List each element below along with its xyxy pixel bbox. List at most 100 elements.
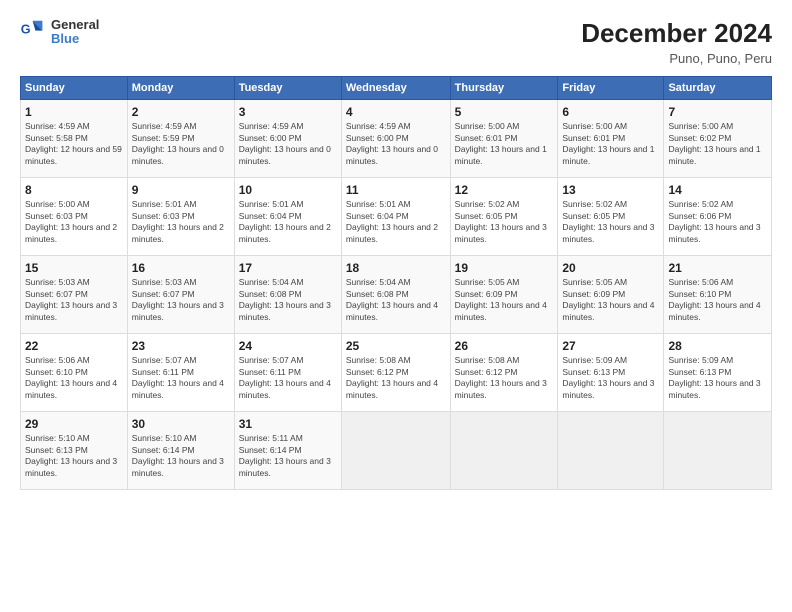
weekday-saturday: Saturday bbox=[664, 77, 772, 100]
day-info: Sunrise: 5:08 AM Sunset: 6:12 PM Dayligh… bbox=[346, 355, 441, 399]
day-info: Sunrise: 5:10 AM Sunset: 6:14 PM Dayligh… bbox=[132, 433, 227, 477]
day-number: 6 bbox=[562, 104, 659, 120]
calendar-cell: 16Sunrise: 5:03 AM Sunset: 6:07 PM Dayli… bbox=[127, 256, 234, 334]
day-number: 8 bbox=[25, 182, 123, 198]
week-row-5: 29Sunrise: 5:10 AM Sunset: 6:13 PM Dayli… bbox=[21, 412, 772, 490]
day-info: Sunrise: 5:00 AM Sunset: 6:02 PM Dayligh… bbox=[668, 121, 763, 165]
day-info: Sunrise: 5:06 AM Sunset: 6:10 PM Dayligh… bbox=[25, 355, 120, 399]
day-info: Sunrise: 5:00 AM Sunset: 6:01 PM Dayligh… bbox=[562, 121, 657, 165]
weekday-thursday: Thursday bbox=[450, 77, 558, 100]
calendar-cell: 1Sunrise: 4:59 AM Sunset: 5:58 PM Daylig… bbox=[21, 100, 128, 178]
calendar-cell: 30Sunrise: 5:10 AM Sunset: 6:14 PM Dayli… bbox=[127, 412, 234, 490]
calendar-cell: 22Sunrise: 5:06 AM Sunset: 6:10 PM Dayli… bbox=[21, 334, 128, 412]
calendar-cell: 27Sunrise: 5:09 AM Sunset: 6:13 PM Dayli… bbox=[558, 334, 664, 412]
calendar-cell: 23Sunrise: 5:07 AM Sunset: 6:11 PM Dayli… bbox=[127, 334, 234, 412]
day-info: Sunrise: 5:01 AM Sunset: 6:04 PM Dayligh… bbox=[346, 199, 441, 243]
calendar-cell: 19Sunrise: 5:05 AM Sunset: 6:09 PM Dayli… bbox=[450, 256, 558, 334]
week-row-2: 8Sunrise: 5:00 AM Sunset: 6:03 PM Daylig… bbox=[21, 178, 772, 256]
weekday-header: SundayMondayTuesdayWednesdayThursdayFrid… bbox=[21, 77, 772, 100]
calendar-cell: 25Sunrise: 5:08 AM Sunset: 6:12 PM Dayli… bbox=[341, 334, 450, 412]
main-title: December 2024 bbox=[581, 18, 772, 49]
day-number: 9 bbox=[132, 182, 230, 198]
calendar-cell: 10Sunrise: 5:01 AM Sunset: 6:04 PM Dayli… bbox=[234, 178, 341, 256]
page: G General Blue December 2024 Puno, Puno,… bbox=[0, 0, 792, 612]
day-number: 16 bbox=[132, 260, 230, 276]
day-number: 2 bbox=[132, 104, 230, 120]
day-info: Sunrise: 5:00 AM Sunset: 6:03 PM Dayligh… bbox=[25, 199, 120, 243]
day-info: Sunrise: 5:07 AM Sunset: 6:11 PM Dayligh… bbox=[132, 355, 227, 399]
day-info: Sunrise: 5:05 AM Sunset: 6:09 PM Dayligh… bbox=[455, 277, 550, 321]
day-number: 27 bbox=[562, 338, 659, 354]
calendar-cell: 2Sunrise: 4:59 AM Sunset: 5:59 PM Daylig… bbox=[127, 100, 234, 178]
calendar-cell: 12Sunrise: 5:02 AM Sunset: 6:05 PM Dayli… bbox=[450, 178, 558, 256]
calendar-cell: 8Sunrise: 5:00 AM Sunset: 6:03 PM Daylig… bbox=[21, 178, 128, 256]
day-number: 28 bbox=[668, 338, 767, 354]
day-info: Sunrise: 5:10 AM Sunset: 6:13 PM Dayligh… bbox=[25, 433, 120, 477]
calendar-cell: 26Sunrise: 5:08 AM Sunset: 6:12 PM Dayli… bbox=[450, 334, 558, 412]
day-info: Sunrise: 5:05 AM Sunset: 6:09 PM Dayligh… bbox=[562, 277, 657, 321]
calendar-cell bbox=[450, 412, 558, 490]
day-number: 26 bbox=[455, 338, 554, 354]
day-number: 15 bbox=[25, 260, 123, 276]
day-info: Sunrise: 5:02 AM Sunset: 6:06 PM Dayligh… bbox=[668, 199, 763, 243]
calendar-cell: 29Sunrise: 5:10 AM Sunset: 6:13 PM Dayli… bbox=[21, 412, 128, 490]
day-number: 10 bbox=[239, 182, 337, 198]
calendar-cell: 4Sunrise: 4:59 AM Sunset: 6:00 PM Daylig… bbox=[341, 100, 450, 178]
day-number: 19 bbox=[455, 260, 554, 276]
day-info: Sunrise: 5:09 AM Sunset: 6:13 PM Dayligh… bbox=[562, 355, 657, 399]
day-info: Sunrise: 4:59 AM Sunset: 6:00 PM Dayligh… bbox=[239, 121, 334, 165]
week-row-1: 1Sunrise: 4:59 AM Sunset: 5:58 PM Daylig… bbox=[21, 100, 772, 178]
calendar-cell bbox=[664, 412, 772, 490]
calendar-cell: 18Sunrise: 5:04 AM Sunset: 6:08 PM Dayli… bbox=[341, 256, 450, 334]
week-row-4: 22Sunrise: 5:06 AM Sunset: 6:10 PM Dayli… bbox=[21, 334, 772, 412]
weekday-sunday: Sunday bbox=[21, 77, 128, 100]
day-number: 25 bbox=[346, 338, 446, 354]
day-info: Sunrise: 4:59 AM Sunset: 6:00 PM Dayligh… bbox=[346, 121, 441, 165]
day-info: Sunrise: 5:01 AM Sunset: 6:03 PM Dayligh… bbox=[132, 199, 227, 243]
day-number: 31 bbox=[239, 416, 337, 432]
calendar-cell: 5Sunrise: 5:00 AM Sunset: 6:01 PM Daylig… bbox=[450, 100, 558, 178]
day-number: 24 bbox=[239, 338, 337, 354]
calendar-cell bbox=[341, 412, 450, 490]
day-number: 23 bbox=[132, 338, 230, 354]
day-info: Sunrise: 5:03 AM Sunset: 6:07 PM Dayligh… bbox=[25, 277, 120, 321]
day-number: 13 bbox=[562, 182, 659, 198]
weekday-friday: Friday bbox=[558, 77, 664, 100]
day-info: Sunrise: 4:59 AM Sunset: 5:58 PM Dayligh… bbox=[25, 121, 124, 165]
calendar-cell: 6Sunrise: 5:00 AM Sunset: 6:01 PM Daylig… bbox=[558, 100, 664, 178]
day-info: Sunrise: 5:07 AM Sunset: 6:11 PM Dayligh… bbox=[239, 355, 334, 399]
day-number: 30 bbox=[132, 416, 230, 432]
day-info: Sunrise: 5:01 AM Sunset: 6:04 PM Dayligh… bbox=[239, 199, 334, 243]
calendar-cell: 15Sunrise: 5:03 AM Sunset: 6:07 PM Dayli… bbox=[21, 256, 128, 334]
calendar-cell: 17Sunrise: 5:04 AM Sunset: 6:08 PM Dayli… bbox=[234, 256, 341, 334]
calendar-cell: 31Sunrise: 5:11 AM Sunset: 6:14 PM Dayli… bbox=[234, 412, 341, 490]
day-number: 7 bbox=[668, 104, 767, 120]
calendar-cell bbox=[558, 412, 664, 490]
day-number: 20 bbox=[562, 260, 659, 276]
logo: G General Blue bbox=[20, 18, 99, 47]
svg-text:G: G bbox=[21, 23, 31, 37]
calendar-cell: 20Sunrise: 5:05 AM Sunset: 6:09 PM Dayli… bbox=[558, 256, 664, 334]
day-info: Sunrise: 5:06 AM Sunset: 6:10 PM Dayligh… bbox=[668, 277, 763, 321]
calendar-cell: 3Sunrise: 4:59 AM Sunset: 6:00 PM Daylig… bbox=[234, 100, 341, 178]
logo-line2: Blue bbox=[51, 32, 99, 46]
day-info: Sunrise: 5:03 AM Sunset: 6:07 PM Dayligh… bbox=[132, 277, 227, 321]
week-row-3: 15Sunrise: 5:03 AM Sunset: 6:07 PM Dayli… bbox=[21, 256, 772, 334]
title-block: December 2024 Puno, Puno, Peru bbox=[581, 18, 772, 66]
day-number: 5 bbox=[455, 104, 554, 120]
day-info: Sunrise: 5:08 AM Sunset: 6:12 PM Dayligh… bbox=[455, 355, 550, 399]
day-number: 3 bbox=[239, 104, 337, 120]
header: G General Blue December 2024 Puno, Puno,… bbox=[20, 18, 772, 66]
weekday-tuesday: Tuesday bbox=[234, 77, 341, 100]
calendar: SundayMondayTuesdayWednesdayThursdayFrid… bbox=[20, 76, 772, 490]
calendar-cell: 24Sunrise: 5:07 AM Sunset: 6:11 PM Dayli… bbox=[234, 334, 341, 412]
weekday-monday: Monday bbox=[127, 77, 234, 100]
calendar-cell: 14Sunrise: 5:02 AM Sunset: 6:06 PM Dayli… bbox=[664, 178, 772, 256]
calendar-cell: 21Sunrise: 5:06 AM Sunset: 6:10 PM Dayli… bbox=[664, 256, 772, 334]
day-info: Sunrise: 5:00 AM Sunset: 6:01 PM Dayligh… bbox=[455, 121, 550, 165]
day-number: 18 bbox=[346, 260, 446, 276]
day-number: 21 bbox=[668, 260, 767, 276]
day-number: 29 bbox=[25, 416, 123, 432]
logo-icon: G bbox=[20, 18, 48, 46]
calendar-cell: 11Sunrise: 5:01 AM Sunset: 6:04 PM Dayli… bbox=[341, 178, 450, 256]
